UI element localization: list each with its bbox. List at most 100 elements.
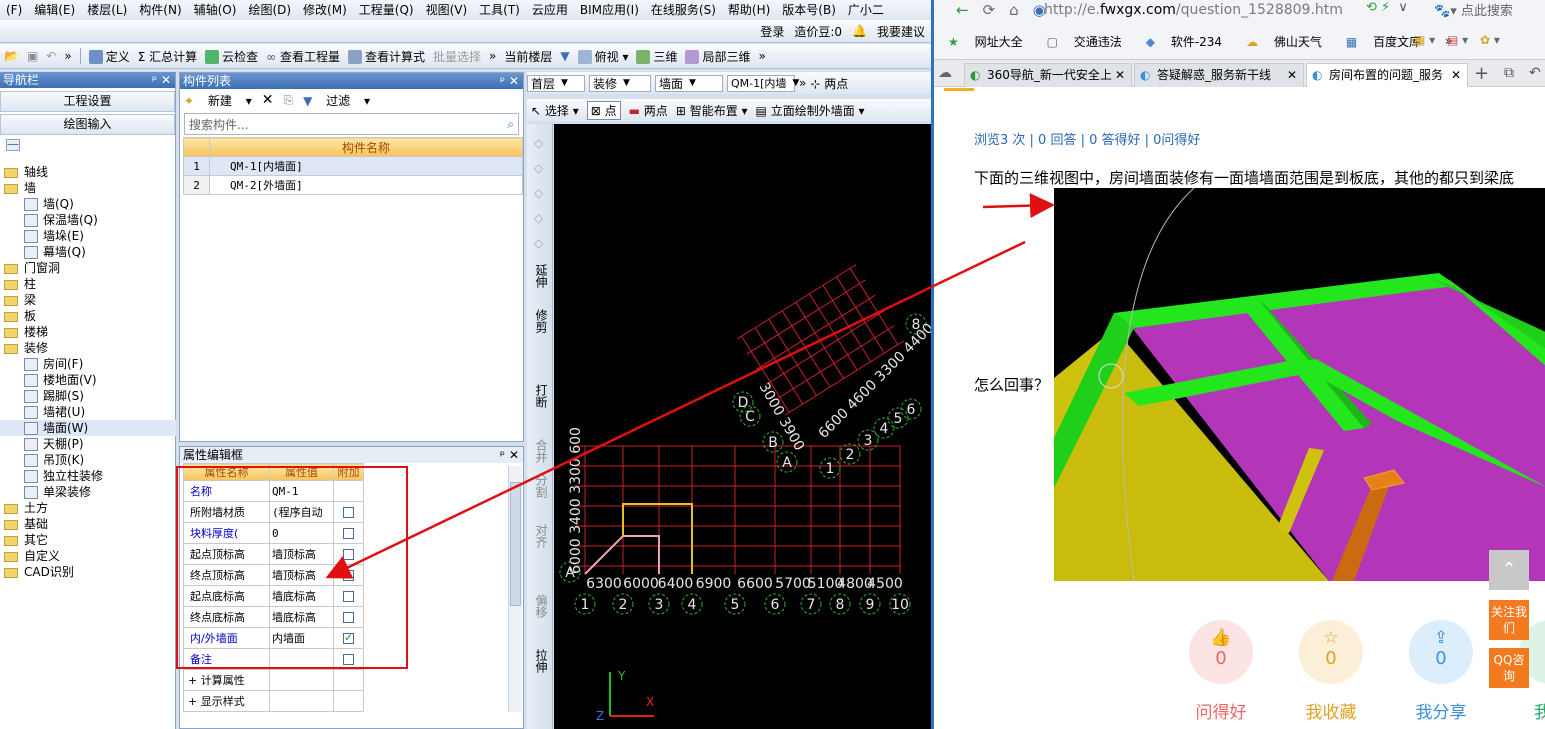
sum-button[interactable]: Σ 汇总计算 bbox=[138, 48, 197, 65]
close-icon[interactable]: ✕ bbox=[509, 73, 519, 89]
close-tab-icon[interactable]: ✕ bbox=[1287, 64, 1297, 86]
apps-icon[interactable]: ▦ bbox=[1414, 33, 1425, 47]
menu-item[interactable]: 修改(M) bbox=[297, 0, 353, 20]
cloud-icon[interactable]: ☁ bbox=[938, 65, 952, 81]
menu-item[interactable]: 构件(N) bbox=[133, 0, 187, 20]
type-select[interactable]: 装修 ▼ bbox=[589, 74, 651, 92]
favorite-link[interactable]: ★ 网址大全 bbox=[948, 33, 1035, 50]
more-icon[interactable]: » bbox=[64, 49, 71, 63]
back-icon[interactable]: ← bbox=[956, 1, 969, 19]
attr-row[interactable]: + 计算属性 bbox=[183, 669, 364, 691]
tree-item[interactable]: 楼地面(V) bbox=[0, 372, 176, 388]
tree-folder[interactable]: 装修 bbox=[0, 340, 176, 356]
rotate-icon[interactable]: ◇ bbox=[534, 236, 543, 250]
tree-item[interactable]: 墙(Q) bbox=[0, 196, 176, 212]
two-points-button[interactable]: ▬ 两点 bbox=[629, 102, 668, 119]
filter-button[interactable]: ▼ 过滤 ▾ bbox=[303, 92, 370, 109]
cad-drawing-canvas[interactable]: 1 2 3 4 5 6 7 8 9 10 6300 6000 6400 6900 6600 5700 5100 4… bbox=[554, 124, 937, 729]
tree-item[interactable]: 墙裙(U) bbox=[0, 404, 176, 420]
comp-type-select[interactable]: 墙面 ▼ bbox=[655, 74, 723, 92]
pin-icon[interactable]: ᵖ bbox=[500, 447, 505, 463]
modify-tool-button[interactable]: 偏移 bbox=[533, 594, 550, 618]
new-button[interactable]: ✦ 新建 ▾ bbox=[184, 92, 252, 109]
define-button[interactable]: 定义 bbox=[88, 48, 130, 65]
attr-value[interactable] bbox=[269, 669, 334, 691]
scroll-thumb[interactable] bbox=[510, 482, 521, 606]
favorite-link[interactable]: ▢ 交通违法 bbox=[1047, 33, 1134, 50]
elevation-draw-button[interactable]: ▤ 立面绘制外墙面 ▾ bbox=[756, 102, 865, 119]
menu-item[interactable]: 帮助(H) bbox=[722, 0, 776, 20]
tree-item[interactable]: 保温墙(Q) bbox=[0, 212, 176, 228]
save-icon[interactable]: ▣ bbox=[27, 49, 38, 63]
undo-icon[interactable]: ↶ bbox=[46, 49, 56, 63]
modify-tool-button[interactable]: 合并 bbox=[533, 439, 550, 463]
cloud-check-button[interactable]: 云检查 bbox=[205, 48, 258, 65]
close-icon[interactable]: ✕ bbox=[509, 447, 519, 463]
search-input[interactable]: 搜索构件... ⌕ bbox=[184, 113, 519, 135]
pin-icon[interactable]: ᵖ bbox=[152, 72, 157, 88]
menu-item[interactable]: 楼层(L) bbox=[81, 0, 133, 20]
follow-us-button[interactable]: 关注我们 bbox=[1489, 600, 1529, 640]
menu-item[interactable]: 编辑(E) bbox=[28, 0, 81, 20]
login-menu[interactable]: 登录 bbox=[760, 23, 784, 40]
smart-layout-button[interactable]: ⊞ 智能布置 ▾ bbox=[676, 102, 748, 119]
tree-item[interactable]: 吊顶(K) bbox=[0, 452, 176, 468]
refresh-icon[interactable]: ⟳ bbox=[983, 1, 996, 19]
table-row[interactable]: 2 QM-2[外墙面] bbox=[183, 175, 523, 195]
tree-item[interactable]: 幕墙(Q) bbox=[0, 244, 176, 260]
menu-item[interactable]: 版本号(B) bbox=[776, 0, 842, 20]
tree-folder[interactable]: 轴线 bbox=[0, 164, 176, 180]
browser-tab[interactable]: ◐ 答疑解惑_服务新干线 ✕ bbox=[1134, 63, 1304, 87]
tree-item[interactable]: 墙垛(E) bbox=[0, 228, 176, 244]
tree-item[interactable]: 墙面(W) bbox=[0, 420, 176, 436]
modify-tool-button[interactable]: 延伸 bbox=[533, 264, 550, 288]
brush-icon[interactable]: ◇ bbox=[534, 136, 543, 150]
close-tab-icon[interactable]: ✕ bbox=[1451, 64, 1461, 86]
close-tab-icon[interactable]: ✕ bbox=[1115, 64, 1125, 86]
attr-scrollbar[interactable] bbox=[508, 466, 522, 712]
menu-item[interactable]: 云应用 bbox=[526, 0, 574, 20]
address-bar[interactable]: http://e.fwxgx.com/question_1528809.htm bbox=[1044, 0, 1344, 20]
tree-item[interactable]: 独立柱装修 bbox=[0, 468, 176, 484]
action-button[interactable]: ☆ 0 bbox=[1299, 620, 1363, 684]
tree-folder[interactable]: 梁 bbox=[0, 292, 176, 308]
tree-folder[interactable]: 自定义 bbox=[0, 548, 176, 564]
action-button[interactable]: ⇪ 0 bbox=[1409, 620, 1473, 684]
new-tab-icon[interactable]: + bbox=[1474, 63, 1489, 84]
bell-icon[interactable]: 🔔 bbox=[852, 24, 867, 38]
tree-item[interactable]: 房间(F) bbox=[0, 356, 176, 372]
tree-item[interactable]: 天棚(P) bbox=[0, 436, 176, 452]
menu-item[interactable]: 广小二 bbox=[842, 0, 890, 20]
menu-item[interactable]: 辅轴(O) bbox=[188, 0, 243, 20]
close-icon[interactable]: ✕ bbox=[161, 72, 171, 88]
top-view-button[interactable]: 俯视 ▾ bbox=[577, 48, 628, 65]
modify-tool-button[interactable]: 拉伸 bbox=[533, 649, 550, 673]
action-button[interactable]: 👍 0 bbox=[1189, 620, 1253, 684]
search-icon[interactable]: ⌕ bbox=[507, 117, 514, 132]
copy-icon[interactable]: ⎘ bbox=[283, 93, 293, 108]
favorite-link[interactable]: ◆ 软件-234 bbox=[1146, 33, 1234, 50]
modify-tool-button[interactable]: 对齐 bbox=[533, 524, 550, 548]
suggest-button[interactable]: 我要建议 bbox=[877, 23, 925, 40]
attr-row[interactable]: + 显示样式 bbox=[183, 690, 364, 712]
menu-item[interactable]: 工具(T) bbox=[473, 0, 526, 20]
tree-folder[interactable]: 其它 bbox=[0, 532, 176, 548]
floor-select[interactable]: 首层 ▼ bbox=[527, 74, 585, 92]
delete-icon[interactable]: ✕ bbox=[262, 92, 274, 108]
browser-search[interactable]: 🐾▾ 点此搜索 bbox=[1434, 0, 1513, 19]
menu-item[interactable]: 工程量(Q) bbox=[353, 0, 420, 20]
tree-folder[interactable]: 板 bbox=[0, 308, 176, 324]
reload-green-icon[interactable]: ⟲ bbox=[1366, 0, 1377, 15]
view-formula-button[interactable]: 查看计算式 bbox=[347, 48, 425, 65]
pan-icon[interactable]: ◇ bbox=[534, 211, 543, 225]
home-icon[interactable]: ⌂ bbox=[1009, 1, 1019, 19]
favorite-link[interactable]: ☁ 佛山天气 bbox=[1246, 33, 1334, 50]
tree-item[interactable]: 踢脚(S) bbox=[0, 388, 176, 404]
tree-folder[interactable]: 土方 bbox=[0, 500, 176, 516]
modify-tool-button[interactable]: 打断 bbox=[533, 384, 550, 408]
three-d-button[interactable]: 三维 bbox=[636, 48, 677, 65]
browser-tab[interactable]: ◐ 360导航_新一代安全上 ✕ bbox=[964, 63, 1132, 87]
chevron-down-icon[interactable]: ∨ bbox=[1398, 0, 1408, 15]
move-icon[interactable]: ◇ bbox=[534, 161, 543, 175]
open-folder-icon[interactable]: 📂 bbox=[4, 49, 19, 63]
